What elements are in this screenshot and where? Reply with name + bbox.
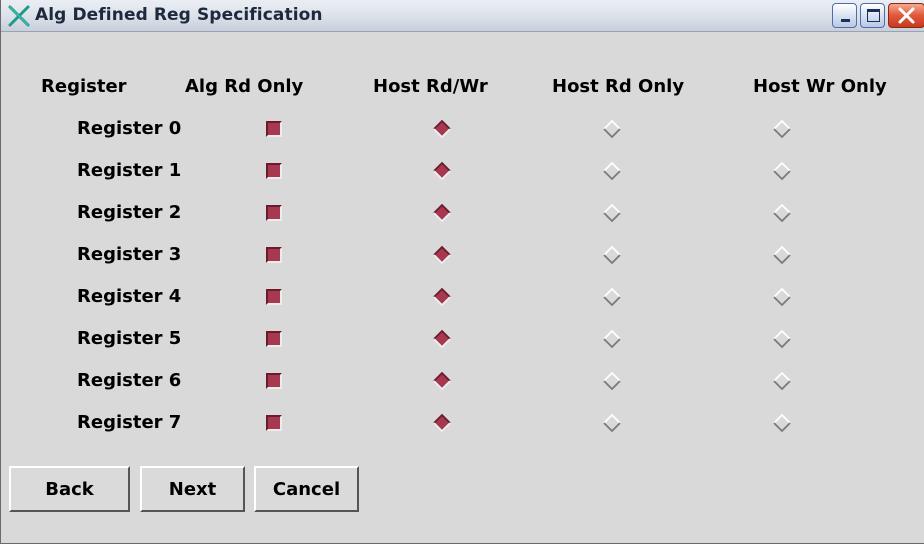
host-rd-wr-radio[interactable] xyxy=(432,119,452,139)
host-wr-only-radio[interactable] xyxy=(772,371,792,391)
alg-rd-only-checkbox[interactable] xyxy=(266,163,282,179)
register-label: Register 0 xyxy=(77,118,182,139)
column-header-alg-rd-only: Alg Rd Only xyxy=(185,76,304,97)
back-button[interactable]: Back xyxy=(9,466,130,512)
register-label: Register 1 xyxy=(77,160,182,181)
host-rd-wr-radio[interactable] xyxy=(432,161,452,181)
host-rd-wr-radio[interactable] xyxy=(432,413,452,433)
window-title: Alg Defined Reg Specification xyxy=(35,5,323,25)
host-rd-only-radio[interactable] xyxy=(602,119,622,139)
register-label: Register 6 xyxy=(77,370,182,391)
alg-rd-only-checkbox[interactable] xyxy=(266,289,282,305)
register-label: Register 2 xyxy=(77,202,182,223)
register-label: Register 4 xyxy=(77,286,182,307)
alg-rd-only-checkbox[interactable] xyxy=(266,415,282,431)
host-wr-only-radio[interactable] xyxy=(772,413,792,433)
dialog-window: Alg Defined Reg Specification Register A… xyxy=(0,0,924,544)
minimize-icon xyxy=(841,19,850,22)
host-rd-only-radio[interactable] xyxy=(602,371,622,391)
host-rd-wr-radio[interactable] xyxy=(432,287,452,307)
host-wr-only-radio[interactable] xyxy=(772,203,792,223)
host-rd-only-radio[interactable] xyxy=(602,329,622,349)
host-rd-wr-radio[interactable] xyxy=(432,203,452,223)
host-rd-only-radio[interactable] xyxy=(602,413,622,433)
host-rd-only-radio[interactable] xyxy=(602,203,622,223)
register-label: Register 5 xyxy=(77,328,182,349)
host-rd-wr-radio[interactable] xyxy=(432,245,452,265)
close-icon xyxy=(898,7,915,24)
alg-rd-only-checkbox[interactable] xyxy=(266,373,282,389)
maximize-button[interactable] xyxy=(860,3,885,28)
close-button[interactable] xyxy=(888,3,924,28)
register-label: Register 3 xyxy=(77,244,182,265)
host-rd-wr-radio[interactable] xyxy=(432,329,452,349)
alg-rd-only-checkbox[interactable] xyxy=(266,247,282,263)
host-rd-wr-radio[interactable] xyxy=(432,371,452,391)
alg-rd-only-checkbox[interactable] xyxy=(266,331,282,347)
column-header-host-rd-only: Host Rd Only xyxy=(552,76,685,97)
host-rd-only-radio[interactable] xyxy=(602,161,622,181)
column-header-host-wr-only: Host Wr Only xyxy=(753,76,887,97)
register-label: Register 7 xyxy=(77,412,182,433)
title-bar[interactable]: Alg Defined Reg Specification xyxy=(1,0,924,32)
host-rd-only-radio[interactable] xyxy=(602,245,622,265)
host-rd-only-radio[interactable] xyxy=(602,287,622,307)
alg-rd-only-checkbox[interactable] xyxy=(266,205,282,221)
maximize-icon xyxy=(867,9,880,22)
next-button[interactable]: Next xyxy=(140,466,245,512)
x-logo-icon xyxy=(8,5,30,27)
column-header-register: Register xyxy=(41,76,127,97)
host-wr-only-radio[interactable] xyxy=(772,329,792,349)
column-header-host-rd-wr: Host Rd/Wr xyxy=(373,76,488,97)
alg-rd-only-checkbox[interactable] xyxy=(266,121,282,137)
cancel-button[interactable]: Cancel xyxy=(254,466,359,512)
host-wr-only-radio[interactable] xyxy=(772,287,792,307)
host-wr-only-radio[interactable] xyxy=(772,161,792,181)
host-wr-only-radio[interactable] xyxy=(772,119,792,139)
minimize-button[interactable] xyxy=(832,3,857,28)
host-wr-only-radio[interactable] xyxy=(772,245,792,265)
